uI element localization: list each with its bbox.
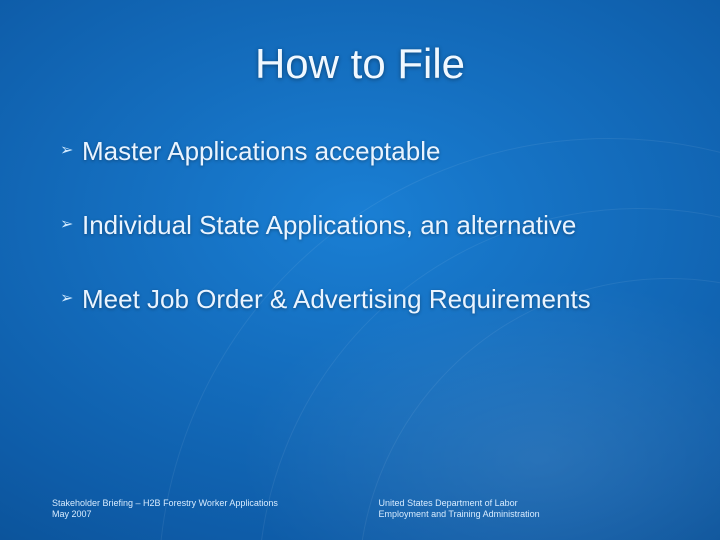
footer-right: United States Department of Labor Employ… (379, 498, 680, 521)
slide-footer: Stakeholder Briefing – H2B Forestry Work… (52, 498, 680, 521)
bullet-text: Master Applications acceptable (82, 135, 440, 167)
footer-right-line1: United States Department of Labor (379, 498, 680, 509)
bullet-item: ➢ Meet Job Order & Advertising Requireme… (60, 283, 680, 315)
footer-right-line2: Employment and Training Administration (379, 509, 680, 520)
footer-left-line2: May 2007 (52, 509, 379, 520)
bullet-text: Meet Job Order & Advertising Requirement… (82, 283, 591, 315)
slide: How to File ➢ Master Applications accept… (0, 0, 720, 540)
footer-left: Stakeholder Briefing – H2B Forestry Work… (52, 498, 379, 521)
bullet-marker-icon: ➢ (60, 209, 82, 241)
footer-left-line1: Stakeholder Briefing – H2B Forestry Work… (52, 498, 379, 509)
slide-title: How to File (0, 40, 720, 88)
bullet-marker-icon: ➢ (60, 283, 82, 315)
bullet-text: Individual State Applications, an altern… (82, 209, 576, 241)
bullet-list: ➢ Master Applications acceptable ➢ Indiv… (60, 135, 680, 357)
bullet-item: ➢ Master Applications acceptable (60, 135, 680, 167)
bullet-item: ➢ Individual State Applications, an alte… (60, 209, 680, 241)
bullet-marker-icon: ➢ (60, 135, 82, 167)
